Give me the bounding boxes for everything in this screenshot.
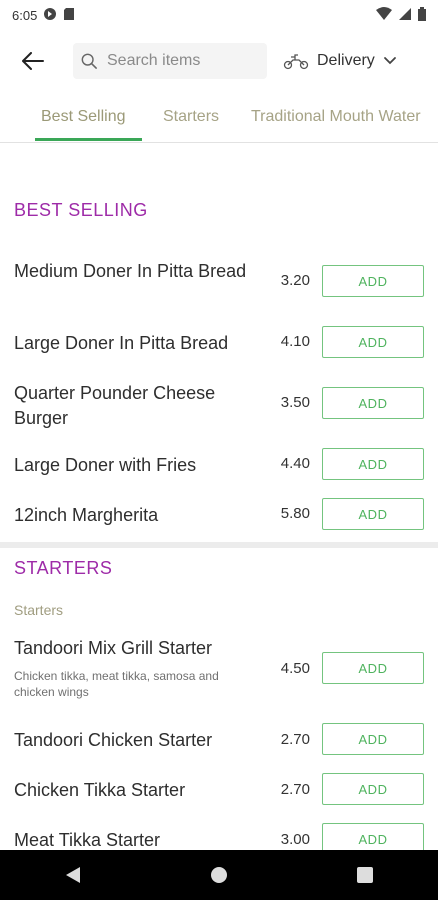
triangle-back-icon (66, 867, 80, 883)
nav-back-button[interactable] (48, 855, 98, 895)
item-price: 2.70 (280, 731, 310, 748)
add-button[interactable]: ADD (322, 265, 424, 297)
nav-recents-button[interactable] (340, 855, 390, 895)
add-button[interactable]: ADD (322, 773, 424, 805)
item-name: Chicken Tikka Starter (14, 780, 186, 800)
item-name: Tandoori Chicken Starter (14, 730, 213, 750)
item-price: 3.50 (280, 394, 310, 411)
item-price: 4.10 (280, 333, 310, 350)
circle-home-icon (211, 867, 227, 883)
signal-icon (398, 7, 412, 24)
section-divider (0, 542, 438, 548)
nav-home-button[interactable] (194, 855, 244, 895)
toolbar: Delivery (0, 38, 438, 84)
section-title-best-selling: BEST SELLING (14, 200, 148, 220)
item-price: 2.70 (280, 781, 310, 798)
item-name: Large Doner In Pitta Bread (14, 333, 229, 353)
delivery-selector[interactable]: Delivery (283, 52, 397, 70)
status-left: 6:05 (12, 7, 75, 24)
tab-traditional-mouth-water[interactable]: Traditional Mouth Water (245, 96, 427, 140)
subheading-starters: Starters (14, 602, 64, 618)
status-right (376, 6, 426, 24)
scooter-icon (283, 54, 309, 70)
search-input[interactable] (105, 51, 259, 71)
item-name: Tandoori Mix Grill Starter (14, 638, 213, 658)
item-price: 4.40 (280, 455, 310, 472)
category-tabs: Best Selling Starters Traditional Mouth … (0, 96, 438, 143)
app-notification-icon (43, 7, 57, 24)
status-time: 6:05 (12, 7, 38, 23)
item-description: Chicken tikka, meat tikka, samosa and ch… (14, 669, 219, 699)
item-name: Quarter Pounder Cheese Burger (14, 383, 216, 428)
arrow-left-icon (22, 52, 44, 70)
battery-icon (418, 6, 426, 24)
wifi-icon (376, 6, 392, 24)
item-name: Large Doner with Fries (14, 455, 197, 475)
tab-starters[interactable]: Starters (157, 96, 225, 140)
item-price: 4.50 (280, 660, 310, 677)
item-name: Medium Doner In Pitta Bread (14, 261, 247, 281)
item-price: 5.80 (280, 505, 310, 522)
status-bar: 6:05 (0, 0, 438, 30)
add-button[interactable]: ADD (322, 498, 424, 530)
tab-best-selling[interactable]: Best Selling (35, 96, 142, 141)
add-button[interactable]: ADD (322, 326, 424, 358)
add-button[interactable]: ADD (322, 387, 424, 419)
back-button[interactable] (13, 41, 53, 81)
item-price: 3.20 (280, 272, 310, 289)
square-recents-icon (357, 867, 373, 883)
search-box[interactable] (73, 43, 267, 79)
add-button[interactable]: ADD (322, 448, 424, 480)
delivery-label: Delivery (317, 52, 375, 69)
add-button[interactable]: ADD (322, 723, 424, 755)
sd-card-icon (63, 7, 75, 24)
item-price: 3.00 (280, 831, 310, 848)
add-button[interactable]: ADD (322, 652, 424, 684)
chevron-down-icon (383, 57, 396, 65)
search-icon (81, 53, 97, 69)
section-title-starters: STARTERS (14, 558, 113, 578)
item-name: 12inch Margherita (14, 505, 159, 525)
system-navigation-bar (0, 850, 438, 900)
